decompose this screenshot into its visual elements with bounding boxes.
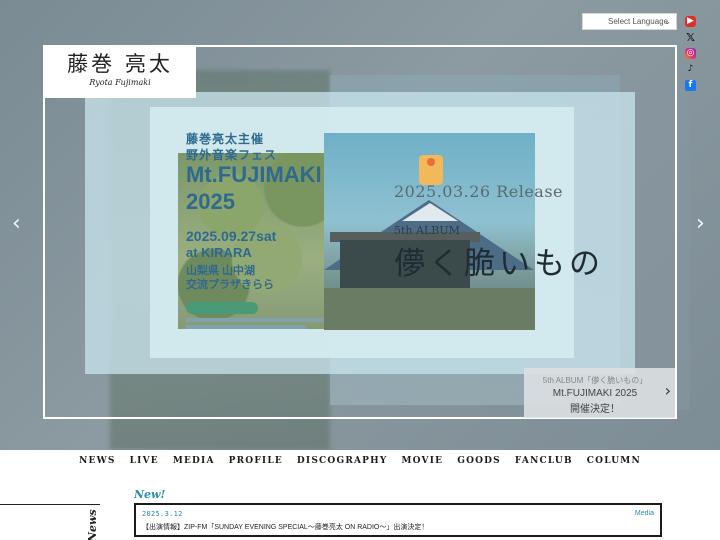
facebook-icon[interactable]: f [685,80,696,91]
chevron-down-icon: ⌄ [664,17,671,26]
poster-line: 野外音楽フェス [186,148,278,162]
nav-item-profile[interactable]: PROFILE [229,456,283,466]
caption-text: 5th ALBUM「儚く脆いもの」 Mt.FUJIMAKI 2025 開催決定！ [530,376,660,418]
nav-item-column[interactable]: COLUMN [587,456,641,466]
logo-japanese: 藤巻 亮太 [67,52,173,76]
slide-caption[interactable]: 5th ALBUM「儚く脆いもの」 Mt.FUJIMAKI 2025 開催決定！… [524,368,675,418]
album-release-date: 2025.03.26 Release [394,182,564,201]
poster-line: 藤巻亮太主催 [186,132,265,146]
news-divider [0,504,100,505]
caption-line: 5th ALBUM「儚く脆いもの」 [542,376,648,385]
nav-item-media[interactable]: MEDIA [173,456,215,466]
social-links: ▶ 𝕏 ◎ ♪ f [685,16,699,96]
poster-date: 2025.09.27sat [186,228,277,244]
new-badge: New! [134,488,166,501]
news-title: 【出演情報】ZIP-FM「SUNDAY EVENING SPECIAL～藤巻亮太… [142,524,429,531]
news-section-label-wrap: News [86,508,100,540]
instagram-icon[interactable]: ◎ [685,48,696,59]
caption-line: Mt.FUJIMAKI 2025 [552,388,638,399]
news-list-item[interactable]: 2025.3.12 Media 【出演情報】ZIP-FM「SUNDAY EVEN… [134,503,662,537]
slider-prev-arrow-icon[interactable]: ‹ [12,210,21,238]
tiktok-icon[interactable]: ♪ [685,64,696,75]
poster-badge [186,302,258,314]
nav-item-fanclub[interactable]: FANCLUB [515,456,573,466]
nav-item-news[interactable]: NEWS [79,456,116,466]
slider-next-arrow-icon[interactable]: › [696,210,705,238]
youtube-icon[interactable]: ▶ [685,16,696,27]
nav-item-live[interactable]: LIVE [130,456,159,466]
hero-slider: 藤巻亮太主催 野外音楽フェス Mt.FUJIMAKI 2025 2025.09.… [0,0,720,450]
mountain-snow-shape [402,203,458,221]
site-logo[interactable]: 藤巻 亮太 Ryota Fujimaki [44,46,196,98]
nav-item-discography[interactable]: DISCOGRAPHY [297,456,388,466]
language-select[interactable]: Select Language ⌄ [582,13,677,30]
news-category: Media [634,510,654,517]
news-date: 2025.3.12 [142,510,183,518]
festival-logo-icon [419,155,443,185]
logo-english: Ryota Fujimaki [89,78,151,87]
chevron-right-icon: › [664,381,671,400]
poster-place: 交流プラザきらら [186,279,274,291]
caption-line: 開催決定！ [570,404,620,415]
album-kind: 5th ALBUM [394,224,460,237]
nav-item-goods[interactable]: GOODS [457,456,501,466]
global-nav: NEWS LIVE MEDIA PROFILE DISCOGRAPHY MOVI… [0,450,720,472]
album-title: 儚く脆いもの [394,246,604,282]
poster-credits [186,318,326,322]
poster-title: Mt.FUJIMAKI [186,162,322,187]
language-select-label: Select Language [608,17,669,26]
poster-credits [186,325,306,329]
poster-year: 2025 [186,189,235,214]
ground-shape [324,288,535,330]
poster-venue: at KIRARA [186,245,252,260]
nav-item-movie[interactable]: MOVIE [401,456,443,466]
news-section-label: News [86,509,99,540]
x-icon[interactable]: 𝕏 [685,32,696,43]
